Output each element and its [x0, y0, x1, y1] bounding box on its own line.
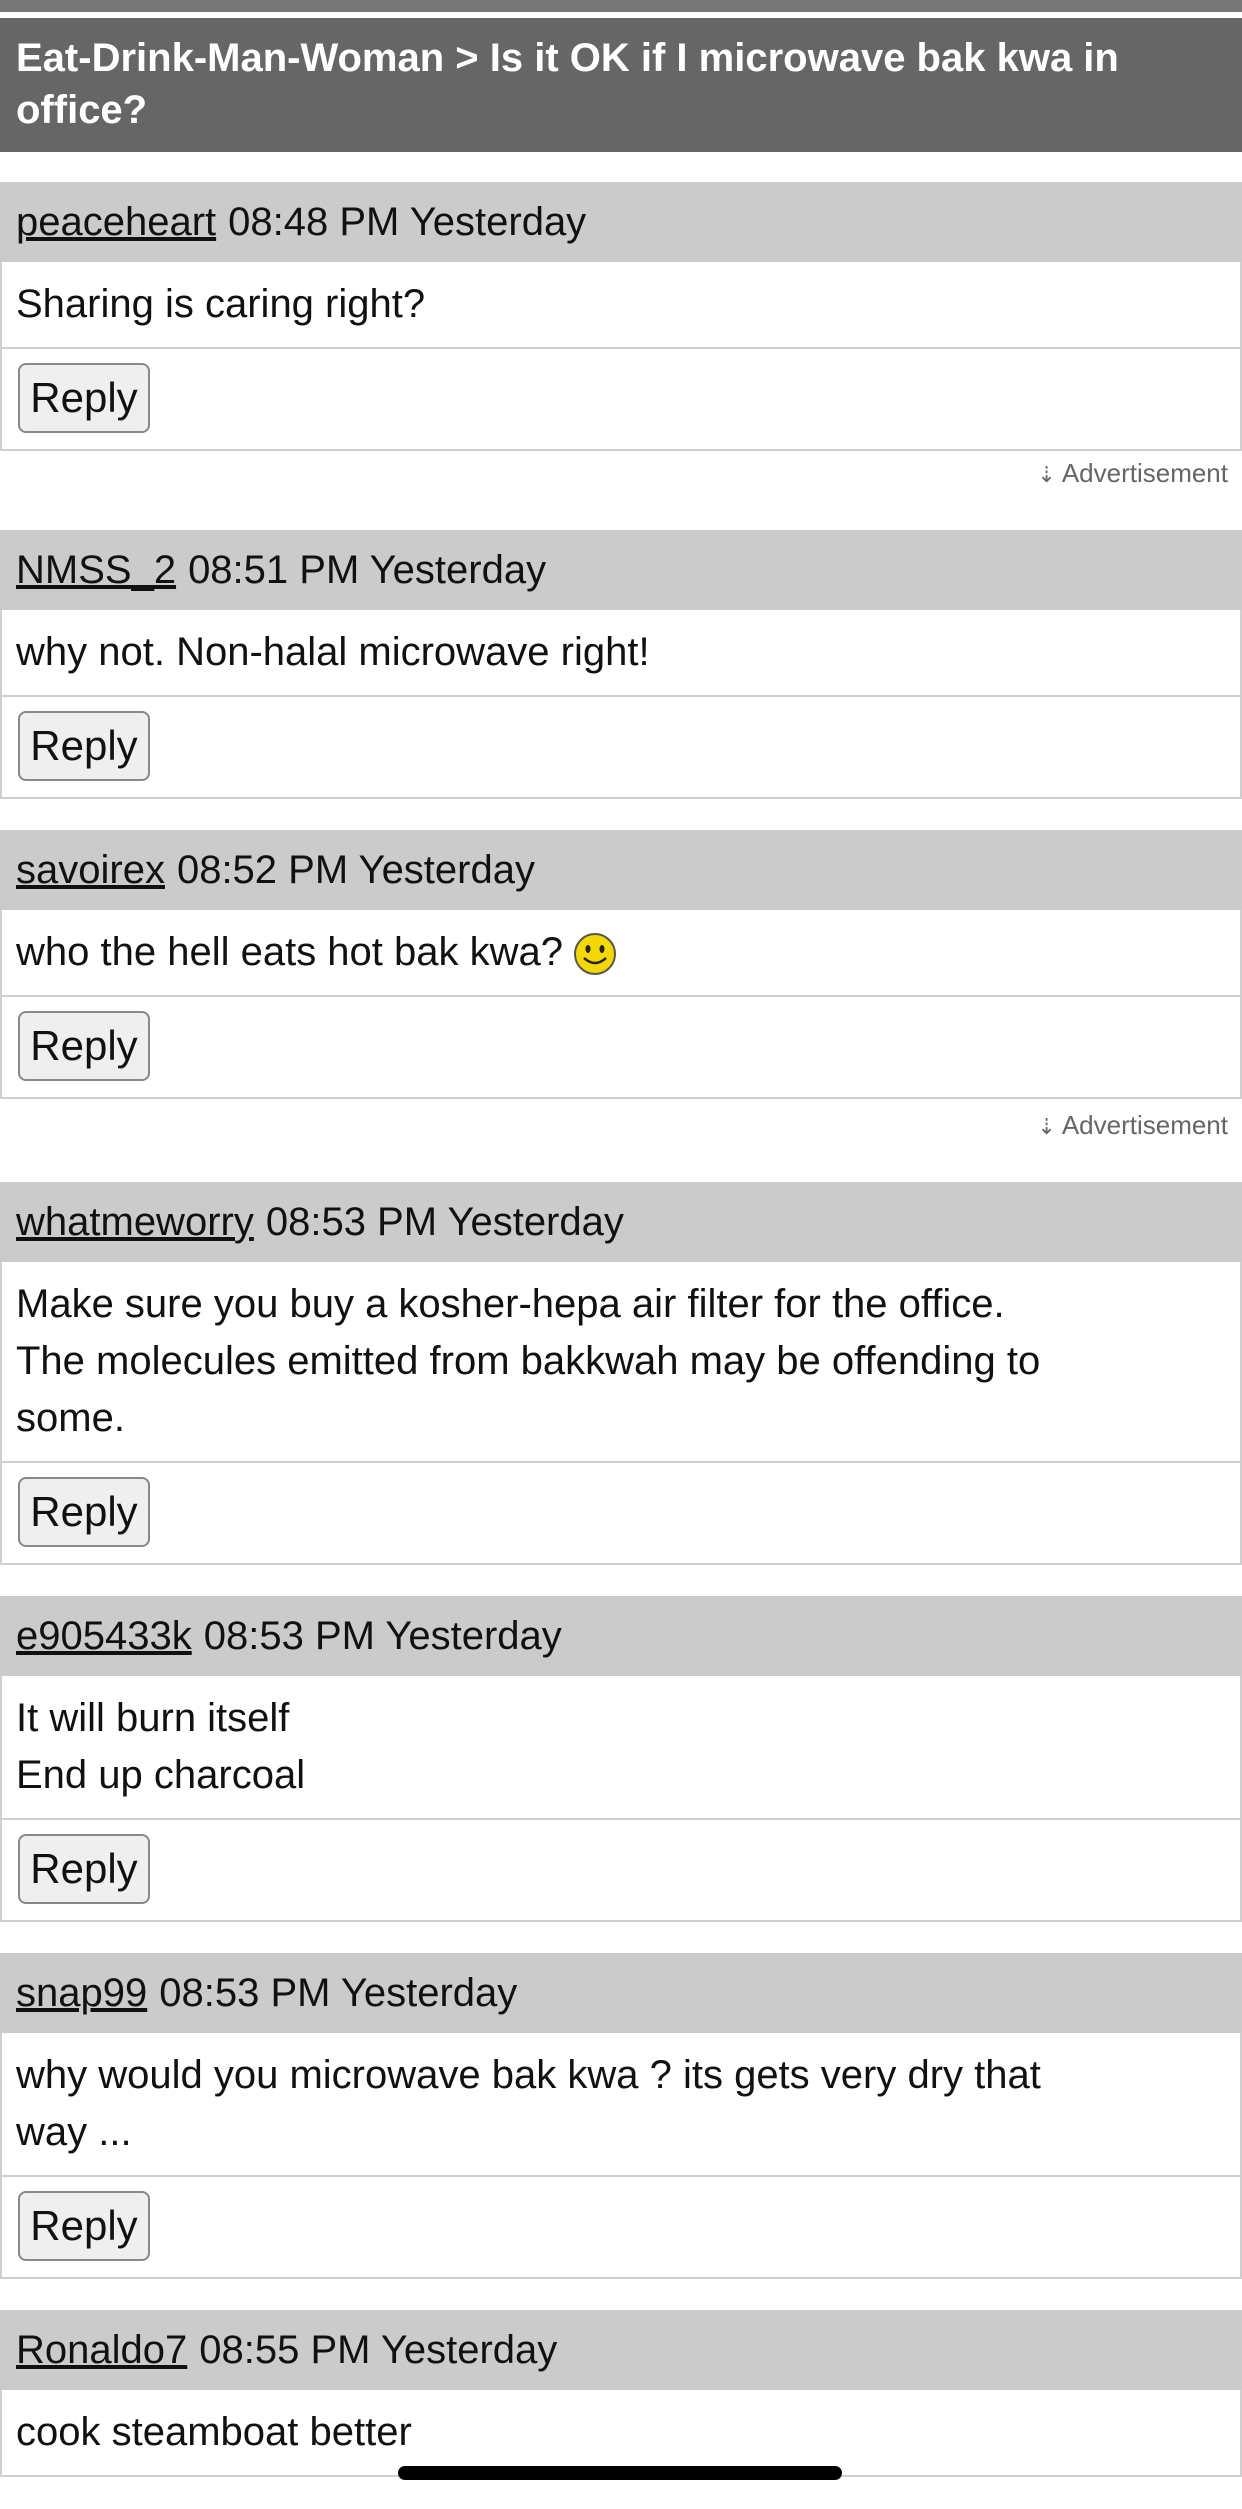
post-body: Make sure you buy a kosher-hepa air filt… [0, 1262, 1242, 1463]
post-actions: Reply [0, 349, 1242, 451]
post-header: Ronaldo7 08:55 PM Yesterday [0, 2310, 1242, 2390]
post-header: e905433k 08:53 PM Yesterday [0, 1596, 1242, 1676]
post-timestamp: 08:48 PM Yesterday [228, 199, 587, 244]
post-header: savoirex 08:52 PM Yesterday [0, 830, 1242, 910]
advertisement-text: Advertisement [1061, 458, 1228, 488]
post-timestamp: 08:53 PM Yesterday [265, 1199, 624, 1244]
advertisement-label[interactable]: ⇣ Advertisement [1037, 1110, 1228, 1141]
username-link[interactable]: e905433k [16, 1614, 192, 1659]
post: Ronaldo7 08:55 PM Yesterday cook steambo… [0, 2310, 1242, 2477]
post-text: who the hell eats hot bak kwa? [16, 930, 564, 974]
reply-button[interactable]: Reply [18, 2191, 150, 2261]
post-body: why not. Non-halal microwave right! [0, 610, 1242, 697]
post-body: Sharing is caring right? [0, 262, 1242, 349]
post-timestamp: 08:55 PM Yesterday [199, 2327, 558, 2372]
post-text-line: cook steamboat better [16, 2410, 412, 2454]
post-header: peaceheart 08:48 PM Yesterday [0, 182, 1242, 262]
post-text-line: who the hell eats hot bak kwa? [16, 924, 1226, 981]
reply-button[interactable]: Reply [18, 1477, 150, 1547]
post-text-line: why not. Non-halal microwave right! [16, 630, 650, 674]
expand-arrow-icon: ⇣ [1037, 462, 1056, 487]
post-text-line: way ... [16, 2110, 132, 2154]
post-timestamp: 08:51 PM Yesterday [188, 547, 547, 592]
post-body: why would you microwave bak kwa ? its ge… [0, 2033, 1242, 2177]
post-body: It will burn itself End up charcoal [0, 1676, 1242, 1820]
post-timestamp: 08:53 PM Yesterday [203, 1613, 562, 1658]
reply-button[interactable]: Reply [18, 1011, 150, 1081]
post-timestamp: 08:53 PM Yesterday [159, 1970, 518, 2015]
post-text-line: The molecules emitted from bakkwah may b… [16, 1339, 1041, 1383]
post: peaceheart 08:48 PM Yesterday Sharing is… [0, 182, 1242, 451]
post: whatmeworry 08:53 PM Yesterday Make sure… [0, 1182, 1242, 1565]
username-link[interactable]: Ronaldo7 [16, 2328, 187, 2373]
top-bar [0, 0, 1242, 12]
post-text-line: Sharing is caring right? [16, 282, 426, 326]
post-text-line: why would you microwave bak kwa ? its ge… [16, 2053, 1041, 2097]
post: NMSS_2 08:51 PM Yesterday why not. Non-h… [0, 530, 1242, 799]
post-text-line: End up charcoal [16, 1753, 306, 1797]
post-body: who the hell eats hot bak kwa? [0, 910, 1242, 997]
post-actions: Reply [0, 997, 1242, 1099]
username-link[interactable]: snap99 [16, 1971, 147, 2016]
post-actions: Reply [0, 2177, 1242, 2279]
post: snap99 08:53 PM Yesterday why would you … [0, 1953, 1242, 2279]
post-actions: Reply [0, 1820, 1242, 1922]
post-actions: Reply [0, 1463, 1242, 1565]
post-actions: Reply [0, 697, 1242, 799]
breadcrumb: Eat-Drink-Man-Woman > Is it OK if I micr… [16, 36, 1119, 132]
post: savoirex 08:52 PM Yesterday who the hell… [0, 830, 1242, 1099]
post-body: cook steamboat better [0, 2390, 1242, 2477]
username-link[interactable]: savoirex [16, 848, 165, 893]
expand-arrow-icon: ⇣ [1037, 1114, 1056, 1139]
post-header: snap99 08:53 PM Yesterday [0, 1953, 1242, 2033]
smiley-icon [574, 933, 617, 976]
thread-title: Eat-Drink-Man-Woman > Is it OK if I micr… [0, 18, 1242, 152]
post-timestamp: 08:52 PM Yesterday [176, 847, 535, 892]
post-text-line: It will burn itself [16, 1696, 290, 1740]
post-header: NMSS_2 08:51 PM Yesterday [0, 530, 1242, 610]
username-link[interactable]: NMSS_2 [16, 548, 176, 593]
post: e905433k 08:53 PM Yesterday It will burn… [0, 1596, 1242, 1922]
username-link[interactable]: whatmeworry [16, 1200, 254, 1245]
advertisement-text: Advertisement [1061, 1110, 1228, 1140]
username-link[interactable]: peaceheart [16, 200, 216, 245]
home-indicator[interactable] [398, 2466, 842, 2480]
reply-button[interactable]: Reply [18, 1834, 150, 1904]
reply-button[interactable]: Reply [18, 711, 150, 781]
post-text-line: Make sure you buy a kosher-hepa air filt… [16, 1282, 1005, 1326]
reply-button[interactable]: Reply [18, 363, 150, 433]
post-text-line: some. [16, 1396, 125, 1440]
post-header: whatmeworry 08:53 PM Yesterday [0, 1182, 1242, 1262]
advertisement-label[interactable]: ⇣ Advertisement [1037, 458, 1228, 489]
